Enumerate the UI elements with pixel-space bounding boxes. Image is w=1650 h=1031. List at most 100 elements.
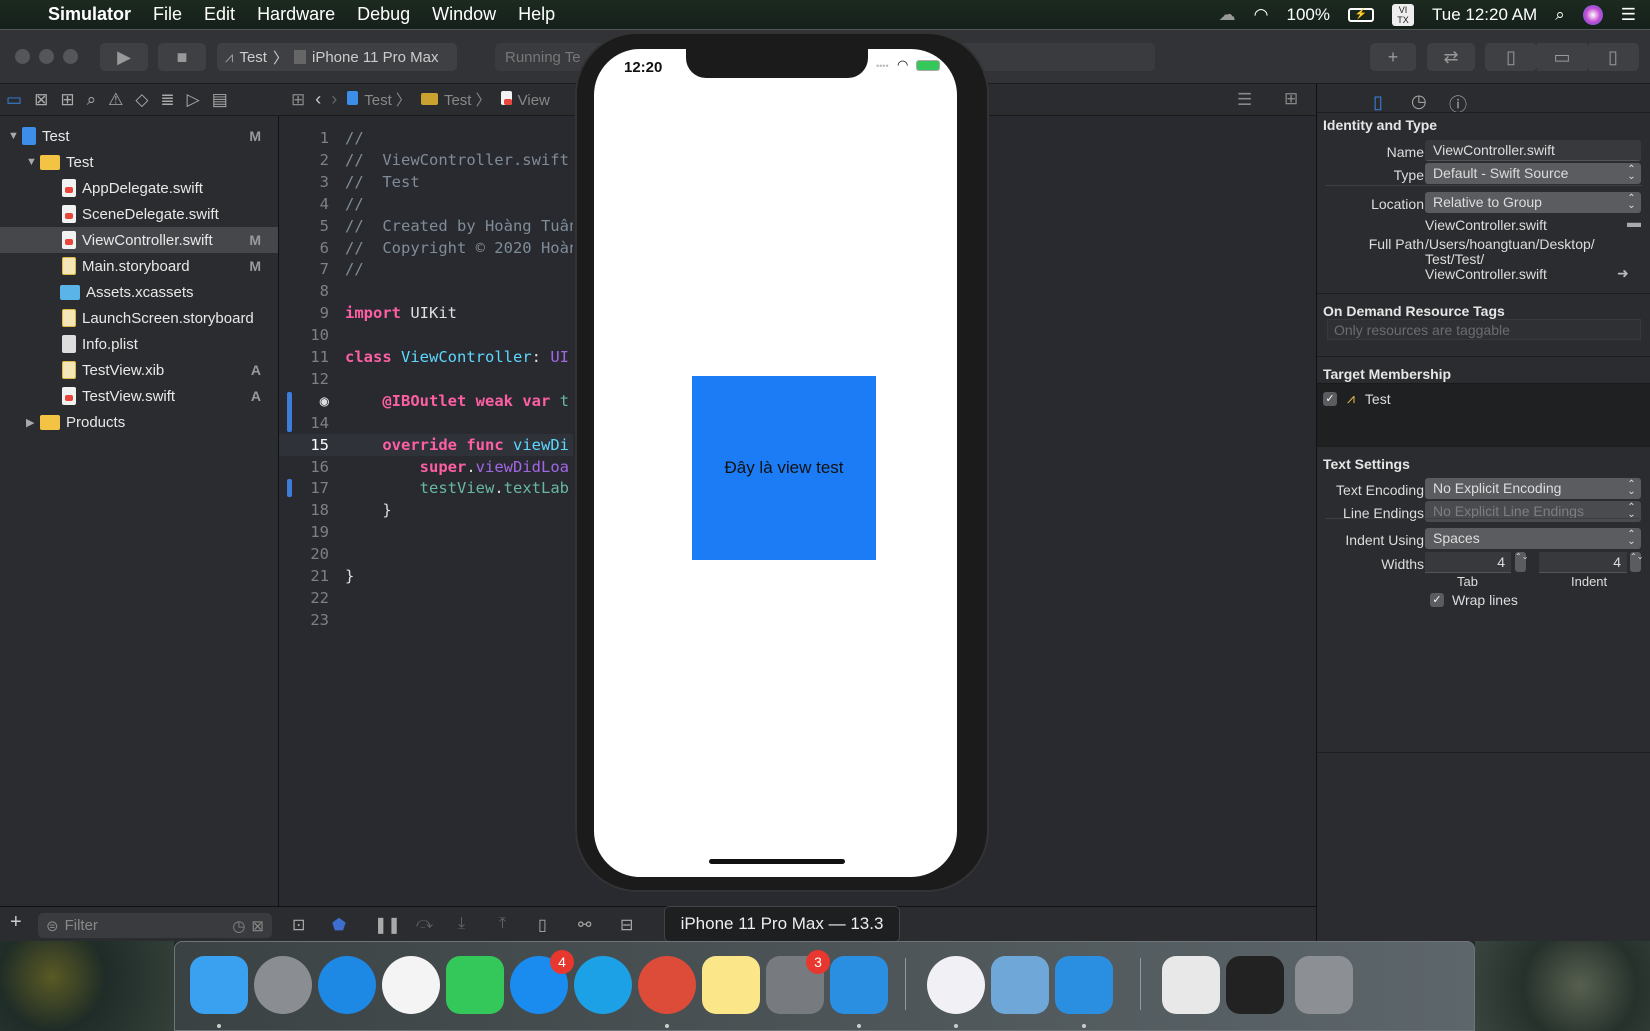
stop-button[interactable]: ■ [158, 43, 206, 71]
line-number[interactable]: 9 [279, 302, 329, 324]
indent-width-stepper[interactable]: ⌃⌄ [1630, 552, 1643, 572]
tree-item-file[interactable]: Main.storyboard M [0, 253, 278, 279]
toggle-navigator-button[interactable]: ▯ [1485, 43, 1537, 71]
menu-window[interactable]: Window [432, 4, 496, 25]
dock-photos-icon[interactable] [382, 956, 440, 1014]
scheme-selector[interactable]: ⩘ Test 〉 iPhone 11 Pro Max [217, 43, 457, 71]
project-navigator-icon[interactable]: ▭ [6, 90, 22, 110]
line-number[interactable]: 22 [279, 587, 329, 609]
code-line[interactable]: 5 // Created by Hoàng Tuấn [279, 215, 573, 237]
line-number[interactable]: 11 [279, 346, 329, 368]
menu-hardware[interactable]: Hardware [257, 4, 335, 25]
line-number[interactable]: 1 [279, 127, 329, 149]
code-line[interactable]: 12 [279, 368, 573, 390]
tree-item-file[interactable]: LaunchScreen.storyboard [0, 305, 278, 331]
menu-debug[interactable]: Debug [357, 4, 410, 25]
line-number[interactable]: 16 [279, 456, 329, 478]
tree-item-file-selected[interactable]: ViewController.swift M [0, 227, 278, 253]
disclosure-closed-icon[interactable]: ▶ [26, 416, 40, 429]
add-file-button[interactable]: + [10, 911, 22, 934]
minimize-button[interactable] [39, 49, 54, 64]
file-inspector-tab-icon[interactable]: ▯ [1373, 92, 1383, 113]
home-indicator[interactable] [709, 859, 845, 864]
indent-using-popup[interactable]: Spaces [1425, 528, 1641, 549]
target-row[interactable]: ✓ ⩘ Test [1323, 390, 1391, 407]
code-line[interactable]: 15 override func viewDi [279, 433, 573, 456]
code-line[interactable]: 14 [279, 412, 573, 434]
toggle-debug-area-button[interactable]: ▭ [1537, 43, 1587, 71]
text-encoding-popup[interactable]: No Explicit Encoding [1425, 478, 1641, 499]
code-line[interactable]: 19 [279, 521, 573, 543]
recent-files-icon[interactable]: ◷ [232, 917, 245, 935]
change-bar[interactable] [287, 391, 292, 432]
toggle-inspector-button[interactable]: ▯ [1587, 43, 1639, 71]
siri-icon[interactable] [1582, 4, 1603, 25]
code-line[interactable]: 20 [279, 543, 573, 565]
line-number[interactable]: 6 [279, 237, 329, 259]
menu-app[interactable]: Simulator [48, 4, 131, 25]
tree-item-group[interactable]: ▼ Test [0, 149, 278, 175]
notification-center-icon[interactable]: ☰ [1621, 5, 1636, 25]
dock-chrome-icon[interactable] [638, 956, 696, 1014]
creative-cloud-icon[interactable]: ☁ [1219, 5, 1236, 25]
type-popup[interactable]: Default - Swift Source [1425, 163, 1641, 184]
line-number[interactable]: 21 [279, 565, 329, 587]
wrap-lines-checkbox[interactable]: ✓ Wrap lines [1430, 592, 1518, 608]
line-number[interactable]: 8 [279, 280, 329, 302]
memory-graph-icon[interactable]: ⚯ [578, 915, 591, 935]
code-line[interactable]: ◉ @IBOutlet weak var t [279, 390, 573, 412]
simulator-screen[interactable]: 12:20 •••• ◠ Đây là view test [594, 49, 957, 877]
spotlight-icon[interactable]: ⌕ [1555, 5, 1565, 25]
dock-xcode-icon[interactable] [830, 956, 888, 1014]
code-line[interactable]: 23 [279, 609, 573, 631]
code-view[interactable]: 1 // 2 // ViewController.swift 3 // Test 4 // 5 /… [279, 116, 573, 906]
code-line[interactable]: 18 } [279, 499, 573, 521]
source-control-icon[interactable]: ⊠ [34, 90, 48, 110]
scm-filter-icon[interactable]: ⊠ [251, 917, 264, 935]
zoom-button[interactable] [63, 49, 78, 64]
test-navigator-icon[interactable]: ◇ [135, 90, 148, 110]
step-over-icon[interactable]: ⤼ [416, 915, 433, 933]
disclosure-open-icon[interactable]: ▼ [26, 156, 40, 168]
iphone-simulator[interactable]: 12:20 •••• ◠ Đây là view test [575, 32, 989, 892]
dock-system-preferences-icon[interactable]: 3 [766, 950, 830, 1014]
code-line[interactable]: 7 // [279, 258, 573, 280]
input-method-icon[interactable]: VI TX [1392, 3, 1414, 26]
line-number[interactable]: 23 [279, 609, 329, 631]
code-line[interactable]: 3 // Test [279, 171, 573, 193]
line-number[interactable]: 10 [279, 324, 329, 346]
menu-edit[interactable]: Edit [204, 4, 235, 25]
code-line[interactable]: 10 [279, 324, 573, 346]
dock-facetime-icon[interactable] [446, 956, 504, 1014]
folder-icon[interactable]: ▬ [1627, 214, 1641, 230]
add-editor-icon[interactable]: ⊞ [1284, 89, 1298, 109]
history-inspector-tab-icon[interactable]: ◷ [1411, 91, 1427, 112]
location-popup[interactable]: Relative to Group [1425, 192, 1641, 213]
environment-overrides-icon[interactable]: ⊟ [620, 915, 633, 935]
dock-trash-icon[interactable] [1295, 956, 1353, 1014]
find-navigator-icon[interactable]: ⌕ [87, 90, 97, 110]
issue-navigator-icon[interactable]: ⚠ [108, 90, 123, 110]
checkbox-checked-icon[interactable]: ✓ [1430, 593, 1444, 607]
battery-percent[interactable]: 100% [1287, 5, 1330, 25]
breadcrumb-project[interactable]: Test 〉 [347, 89, 411, 110]
disclosure-open-icon[interactable]: ▼ [8, 130, 22, 142]
tree-item-file[interactable]: SceneDelegate.swift [0, 201, 278, 227]
dock-preview-icon[interactable] [991, 956, 1049, 1014]
step-out-icon[interactable]: ⤒ [499, 915, 506, 933]
tree-item-file[interactable]: Assets.xcassets [0, 279, 278, 305]
code-line[interactable]: 17 testView.textLab [279, 477, 573, 499]
code-line[interactable]: 21} [279, 565, 573, 587]
line-number[interactable]: 2 [279, 149, 329, 171]
menu-help[interactable]: Help [518, 4, 555, 25]
odr-tags-field[interactable]: Only resources are taggable [1327, 319, 1641, 340]
filter-input[interactable]: ⊜ Filter ◷ ⊠ [38, 913, 272, 938]
line-number[interactable]: 15 [279, 434, 329, 456]
dock-skype-icon[interactable] [574, 956, 632, 1014]
code-line[interactable]: 16 super.viewDidLoa [279, 456, 573, 478]
library-button[interactable]: + [1370, 43, 1416, 71]
name-field[interactable]: ViewController.swift [1425, 140, 1641, 161]
step-into-icon[interactable]: ⤓ [458, 915, 465, 933]
breadcrumb-file[interactable]: View [500, 90, 550, 109]
debug-navigator-icon[interactable]: ≣ [160, 90, 174, 110]
